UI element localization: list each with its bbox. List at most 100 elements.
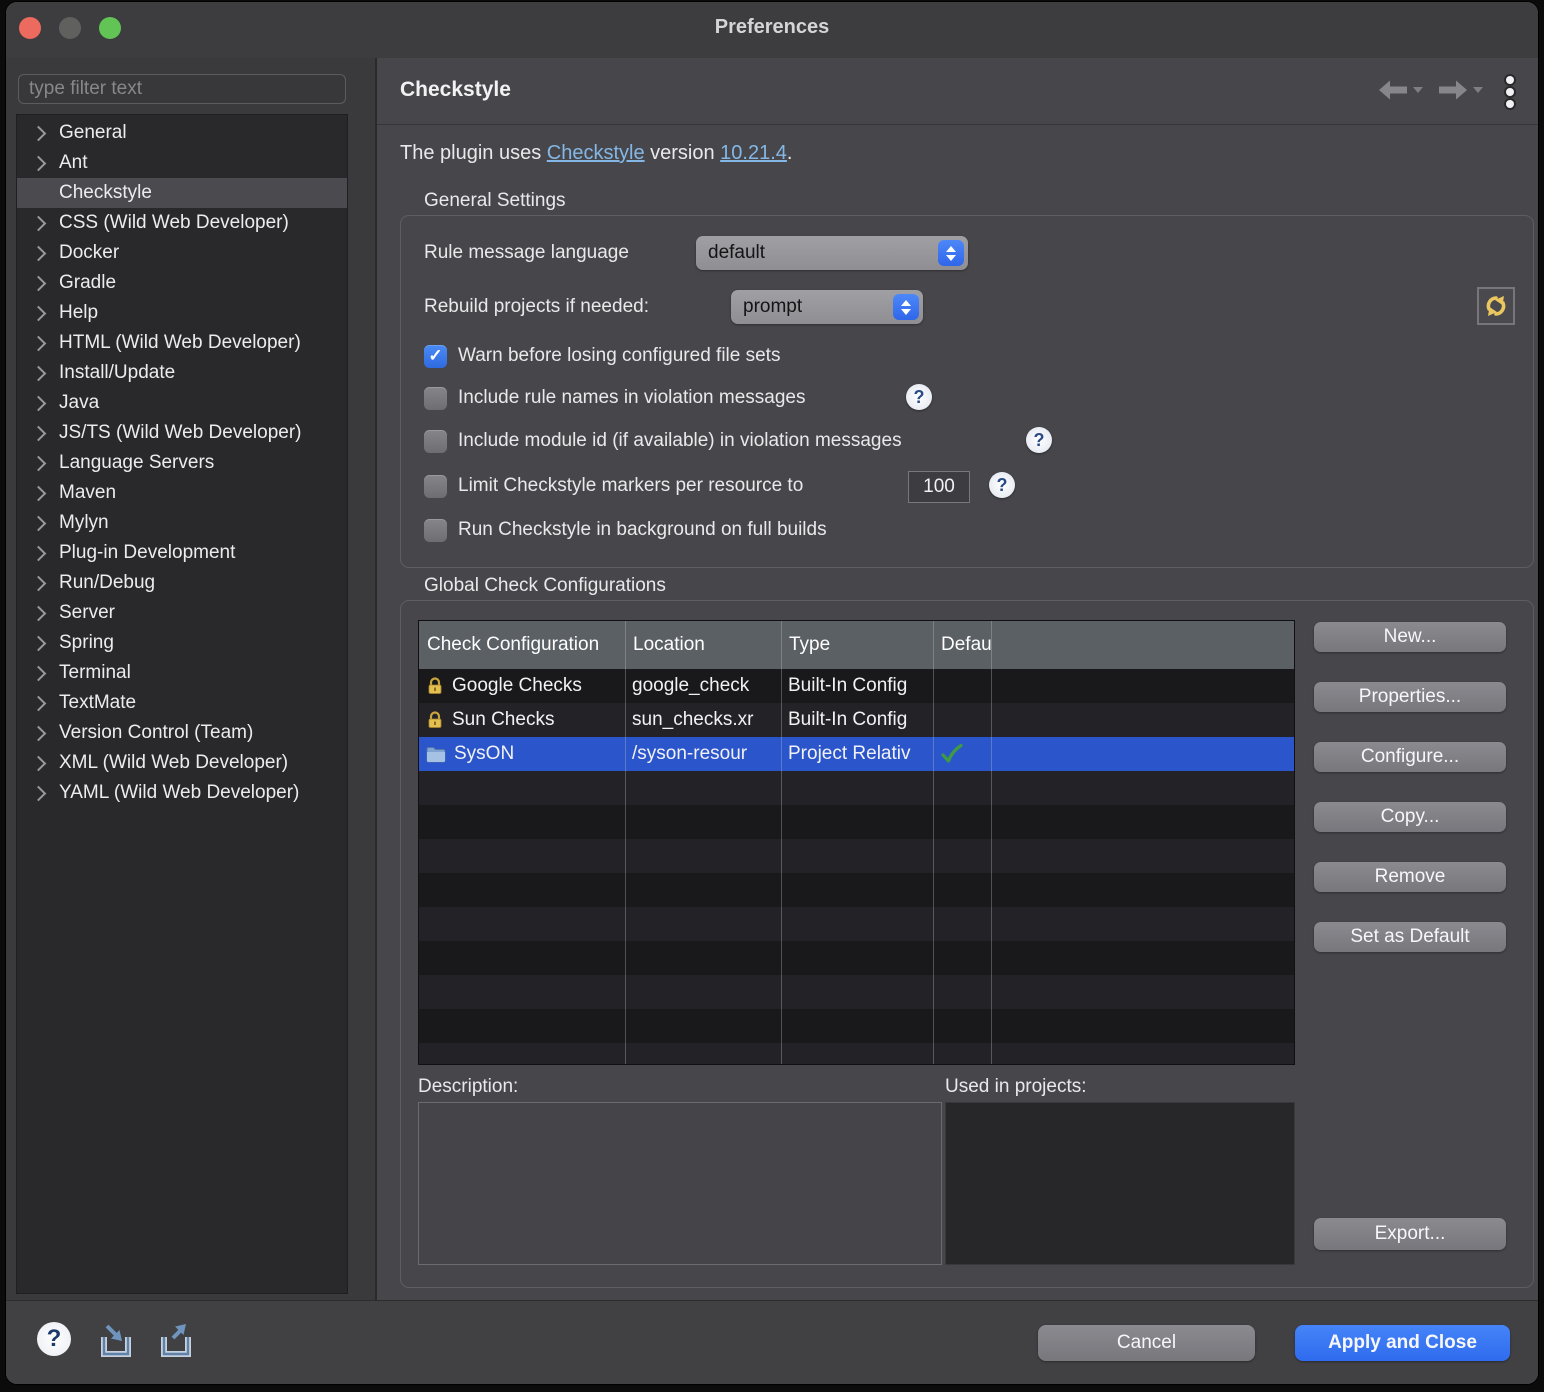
column-header-type[interactable]: Type — [781, 634, 933, 656]
back-history-dropdown-icon[interactable] — [1413, 87, 1423, 93]
apply-and-close-button[interactable]: Apply and Close — [1295, 1325, 1510, 1361]
forward-button[interactable] — [1438, 80, 1483, 100]
forward-history-dropdown-icon[interactable] — [1473, 87, 1483, 93]
sidebar-item-label: Version Control (Team) — [59, 722, 253, 744]
sidebar-item-js-ts-wild-web-developer[interactable]: JS/TS (Wild Web Developer) — [17, 418, 347, 448]
sidebar-item-help[interactable]: Help — [17, 298, 347, 328]
export-preferences-icon[interactable] — [154, 1320, 198, 1362]
chevron-right-icon[interactable] — [31, 635, 47, 651]
help-icon[interactable]: ? — [989, 472, 1015, 498]
sidebar-item-label: TextMate — [59, 692, 136, 714]
help-icon[interactable]: ? — [906, 384, 932, 410]
rebuild-projects-select[interactable]: prompt — [731, 290, 923, 324]
chevron-right-icon[interactable] — [31, 425, 47, 441]
default-check-icon — [940, 744, 964, 764]
sidebar-item-html-wild-web-developer[interactable]: HTML (Wild Web Developer) — [17, 328, 347, 358]
include-module-id-if-available-checkbox[interactable] — [424, 430, 447, 453]
limit-checkstyle-markers-per-r-checkbox[interactable] — [424, 475, 447, 498]
new-button[interactable]: New... — [1314, 622, 1506, 652]
copy-button[interactable]: Copy... — [1314, 802, 1506, 832]
set-as-default-button[interactable]: Set as Default — [1314, 922, 1506, 952]
warn-before-losing-configured--checkbox[interactable]: ✓ — [424, 345, 447, 368]
config-row-google-checks[interactable]: Google Checksgoogle_checkBuilt-In Config — [419, 669, 1294, 703]
plugin-version-text: The plugin uses Checkstyle version 10.21… — [400, 142, 792, 165]
cancel-button[interactable]: Cancel — [1038, 1325, 1255, 1361]
help-icon[interactable]: ? — [1026, 427, 1052, 453]
chevron-right-icon[interactable] — [31, 785, 47, 801]
sidebar-item-gradle[interactable]: Gradle — [17, 268, 347, 298]
preferences-window: Preferences GeneralAntCheckstyleCSS (Wil… — [6, 2, 1538, 1384]
sidebar-item-xml-wild-web-developer[interactable]: XML (Wild Web Developer) — [17, 748, 347, 778]
column-header-default[interactable]: Default — [933, 634, 991, 656]
marker-limit-input[interactable] — [908, 471, 970, 503]
config-row-syson[interactable]: SysON/syson-resourProject Relativ — [419, 737, 1294, 771]
chevron-right-icon[interactable] — [31, 365, 47, 381]
sidebar-item-spring[interactable]: Spring — [17, 628, 347, 658]
sidebar-item-server[interactable]: Server — [17, 598, 347, 628]
sidebar-item-general[interactable]: General — [17, 118, 347, 148]
sidebar-item-textmate[interactable]: TextMate — [17, 688, 347, 718]
chevron-right-icon[interactable] — [31, 245, 47, 261]
help-icon[interactable]: ? — [37, 1322, 71, 1356]
rebuild-projects-button[interactable] — [1477, 287, 1515, 325]
version-link[interactable]: 10.21.4 — [720, 142, 787, 164]
include-rule-names-in-violatio-checkbox[interactable] — [424, 387, 447, 410]
chevron-right-icon[interactable] — [31, 695, 47, 711]
filter-input[interactable] — [18, 74, 346, 104]
sidebar-item-language-servers[interactable]: Language Servers — [17, 448, 347, 478]
chevron-right-icon[interactable] — [31, 335, 47, 351]
sidebar-item-version-control-team[interactable]: Version Control (Team) — [17, 718, 347, 748]
sidebar-item-run-debug[interactable]: Run/Debug — [17, 568, 347, 598]
chevron-right-icon[interactable] — [31, 155, 47, 171]
chevron-right-icon[interactable] — [31, 575, 47, 591]
table-empty-row — [419, 805, 1294, 839]
chevron-right-icon[interactable] — [31, 125, 47, 141]
global-config-label: Global Check Configurations — [424, 575, 666, 597]
export-button[interactable]: Export... — [1314, 1218, 1506, 1250]
chevron-right-icon[interactable] — [31, 215, 47, 231]
checkstyle-link[interactable]: Checkstyle — [547, 142, 645, 164]
column-header-location[interactable]: Location — [625, 634, 781, 656]
view-menu-button[interactable] — [1484, 76, 1514, 108]
sidebar-item-java[interactable]: Java — [17, 388, 347, 418]
run-checkstyle-in-background-o-checkbox[interactable] — [424, 519, 447, 542]
sidebar-item-css-wild-web-developer[interactable]: CSS (Wild Web Developer) — [17, 208, 347, 238]
kebab-menu-icon — [1506, 76, 1514, 108]
chevron-right-icon[interactable] — [31, 605, 47, 621]
sidebar-item-maven[interactable]: Maven — [17, 478, 347, 508]
config-name-cell: Google Checks — [419, 669, 625, 703]
properties-button[interactable]: Properties... — [1314, 682, 1506, 712]
chevron-right-icon[interactable] — [31, 665, 47, 681]
sidebar-item-checkstyle[interactable]: Checkstyle — [17, 178, 347, 208]
chevron-right-icon[interactable] — [31, 275, 47, 291]
sidebar-item-plug-in-development[interactable]: Plug-in Development — [17, 538, 347, 568]
checkbox-label: Limit Checkstyle markers per resource to — [458, 475, 803, 497]
chevron-right-icon[interactable] — [31, 305, 47, 321]
sidebar-item-install-update[interactable]: Install/Update — [17, 358, 347, 388]
sidebar-item-mylyn[interactable]: Mylyn — [17, 508, 347, 538]
sidebar-item-label: Mylyn — [59, 512, 109, 534]
sidebar-item-yaml-wild-web-developer[interactable]: YAML (Wild Web Developer) — [17, 778, 347, 808]
chevron-right-icon[interactable] — [31, 485, 47, 501]
import-preferences-icon[interactable] — [94, 1320, 138, 1362]
chevron-right-icon[interactable] — [31, 395, 47, 411]
remove-button[interactable]: Remove — [1314, 862, 1506, 892]
rule-message-language-select[interactable]: default — [696, 236, 968, 270]
chevron-right-icon[interactable] — [31, 725, 47, 741]
config-default-cell — [933, 737, 991, 771]
sidebar-item-label: Terminal — [59, 662, 131, 684]
sidebar-item-ant[interactable]: Ant — [17, 148, 347, 178]
table-empty-row — [419, 1009, 1294, 1043]
sidebar-item-terminal[interactable]: Terminal — [17, 658, 347, 688]
sidebar-item-label: Gradle — [59, 272, 116, 294]
config-row-sun-checks[interactable]: Sun Checkssun_checks.xrBuilt-In Config — [419, 703, 1294, 737]
chevron-right-icon[interactable] — [31, 545, 47, 561]
configure-button[interactable]: Configure... — [1314, 742, 1506, 772]
chevron-right-icon[interactable] — [31, 515, 47, 531]
chevron-right-icon[interactable] — [31, 455, 47, 471]
chevron-right-icon[interactable] — [31, 755, 47, 771]
column-header-check-configuration[interactable]: Check Configuration — [419, 634, 625, 656]
checkbox-label: Warn before losing configured file sets — [458, 345, 780, 367]
sidebar-item-docker[interactable]: Docker — [17, 238, 347, 268]
back-button[interactable] — [1378, 80, 1423, 100]
